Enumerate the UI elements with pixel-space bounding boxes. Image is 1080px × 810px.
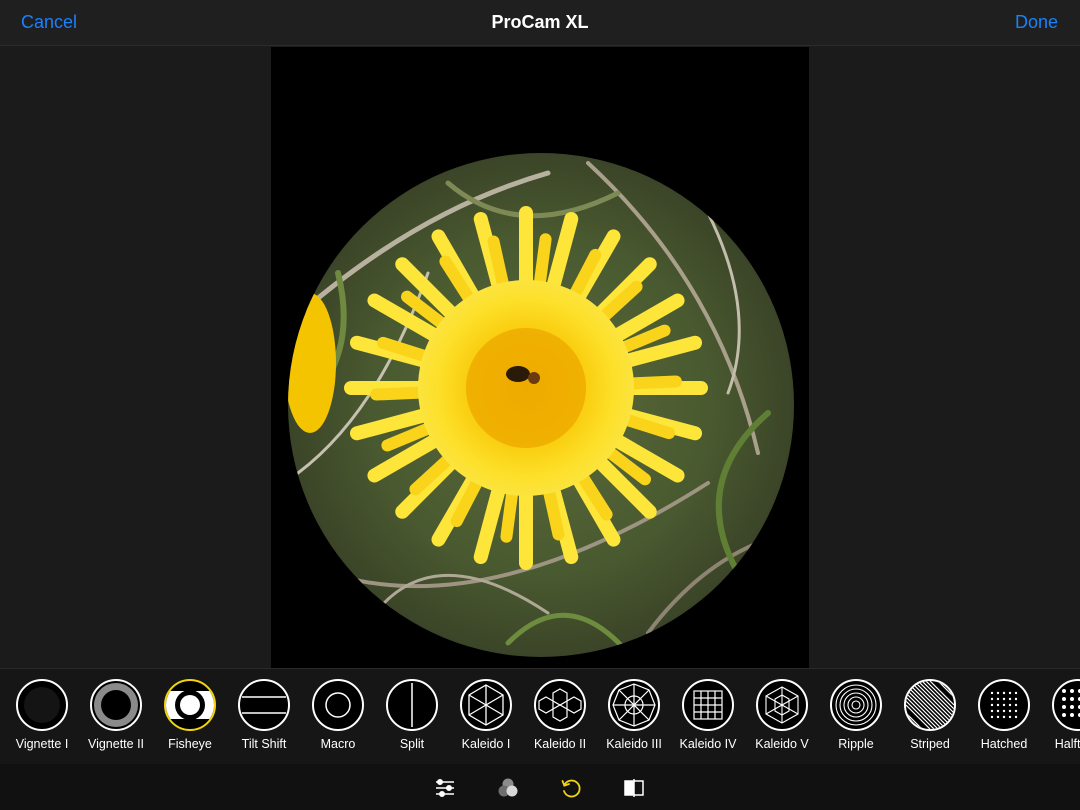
vignette-1-icon xyxy=(16,679,68,731)
fisheye-icon xyxy=(164,679,216,731)
filter-halftone[interactable]: Halftone xyxy=(1041,679,1080,761)
filter-kaleido-4[interactable]: Kaleido IV xyxy=(671,679,745,761)
filter-kaleido-1[interactable]: Kaleido I xyxy=(449,679,523,761)
split-icon xyxy=(386,679,438,731)
bottom-toolbar xyxy=(0,764,1080,810)
fisheye-photo-preview xyxy=(288,153,794,657)
striped-icon xyxy=(904,679,956,731)
kaleido-5-icon xyxy=(756,679,808,731)
color-filters-icon[interactable] xyxy=(496,776,520,800)
filter-striped[interactable]: Striped xyxy=(893,679,967,761)
filter-hatched[interactable]: Hatched xyxy=(967,679,1041,761)
rotate-icon[interactable] xyxy=(559,776,583,800)
filter-macro[interactable]: Macro xyxy=(301,679,375,761)
photo-canvas xyxy=(271,47,809,668)
hatched-icon xyxy=(978,679,1030,731)
filter-kaleido-3[interactable]: Kaleido III xyxy=(597,679,671,761)
filter-fisheye[interactable]: Fisheye xyxy=(153,679,227,761)
filter-kaleido-5[interactable]: Kaleido V xyxy=(745,679,819,761)
kaleido-1-icon xyxy=(460,679,512,731)
filter-split[interactable]: Split xyxy=(375,679,449,761)
filter-label: Halftone xyxy=(1054,737,1080,751)
navigation-bar: Cancel ProCam XL Done xyxy=(0,0,1080,46)
filter-vignette-2[interactable]: Vignette II xyxy=(79,679,153,761)
vignette-2-icon xyxy=(90,679,142,731)
done-button[interactable]: Done xyxy=(1015,12,1058,33)
ripple-icon xyxy=(830,679,882,731)
kaleido-2-icon xyxy=(534,679,586,731)
kaleido-3-icon xyxy=(608,679,660,731)
filter-strip[interactable]: Vignette I Vignette II Fisheye Tilt Shif… xyxy=(0,668,1080,764)
adjustments-sliders-icon[interactable] xyxy=(433,776,457,800)
filter-kaleido-2[interactable]: Kaleido II xyxy=(523,679,597,761)
macro-icon xyxy=(312,679,364,731)
halftone-icon xyxy=(1052,679,1080,731)
filter-tilt-shift[interactable]: Tilt Shift xyxy=(227,679,301,761)
filter-vignette-1[interactable]: Vignette I xyxy=(5,679,79,761)
compare-split-icon[interactable] xyxy=(622,776,646,800)
filter-ripple[interactable]: Ripple xyxy=(819,679,893,761)
preview-area xyxy=(0,47,1080,668)
tilt-shift-icon xyxy=(238,679,290,731)
kaleido-4-icon xyxy=(682,679,734,731)
page-title: ProCam XL xyxy=(491,12,589,32)
